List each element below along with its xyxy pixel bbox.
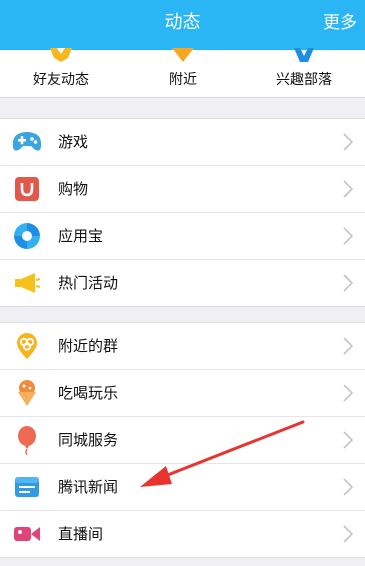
megaphone-icon — [12, 269, 42, 297]
nav-interest-tribe[interactable]: 兴趣部落 — [243, 48, 365, 97]
top-nav: 好友动态 附近 兴趣部落 — [0, 48, 365, 98]
menu-item-label: 附近的群 — [58, 337, 119, 355]
nav-label: 附近 — [169, 72, 197, 88]
menu-item-label: 吃喝玩乐 — [58, 384, 119, 402]
menu-item-food-fun[interactable]: 吃喝玩乐 — [0, 370, 365, 417]
menu-item-label: 游戏 — [58, 133, 89, 151]
menu-item-label: 同城服务 — [58, 431, 119, 449]
balloon-icon — [12, 426, 42, 455]
chevron-right-icon — [343, 431, 353, 449]
menu-item-app-store[interactable]: 应用宝 — [0, 213, 365, 260]
menu-item-label: 直播间 — [58, 525, 104, 543]
page-title: 动态 — [164, 12, 201, 33]
more-button[interactable]: 更多 — [323, 0, 357, 46]
gamepad-icon — [12, 128, 42, 156]
video-camera-icon — [12, 520, 42, 548]
chevron-right-icon — [343, 478, 353, 496]
title-bar: 动态 更多 — [0, 0, 365, 50]
chevron-right-icon — [343, 133, 353, 151]
menu-item-tencent-news[interactable]: 腾讯新闻 — [0, 464, 365, 511]
menu-group-1: 游戏 购物 应用宝 热门活动 — [0, 118, 365, 307]
menu-item-hot-events[interactable]: 热门活动 — [0, 260, 365, 306]
nearby-group-icon — [12, 332, 42, 360]
chevron-right-icon — [343, 337, 353, 355]
menu-item-live-room[interactable]: 直播间 — [0, 511, 365, 557]
menu-item-nearby-groups[interactable]: 附近的群 — [0, 323, 365, 370]
ice-cream-icon — [12, 379, 42, 407]
nav-label: 好友动态 — [33, 72, 89, 88]
news-icon — [12, 473, 42, 501]
chevron-right-icon — [343, 227, 353, 245]
menu-item-local-services[interactable]: 同城服务 — [0, 417, 365, 464]
menu-item-label: 应用宝 — [58, 227, 104, 245]
shopping-bag-icon — [12, 175, 42, 203]
menu-item-label: 热门活动 — [58, 274, 119, 292]
chevron-right-icon — [343, 274, 353, 292]
chevron-right-icon — [343, 180, 353, 198]
menu-item-game[interactable]: 游戏 — [0, 119, 365, 166]
menu-group-2: 附近的群 吃喝玩乐 同城服务 腾讯新闻 直播间 — [0, 322, 365, 558]
nearby-icon — [172, 48, 194, 62]
nav-nearby[interactable]: 附近 — [122, 48, 244, 97]
app-store-icon — [12, 222, 42, 250]
chevron-right-icon — [343, 525, 353, 543]
nav-friend-feed[interactable]: 好友动态 — [0, 48, 122, 97]
menu-item-shopping[interactable]: 购物 — [0, 166, 365, 213]
nav-label: 兴趣部落 — [276, 72, 332, 88]
friend-feed-icon — [50, 48, 72, 62]
interest-tribe-icon — [294, 48, 314, 62]
menu-item-label: 腾讯新闻 — [58, 478, 119, 496]
chevron-right-icon — [343, 384, 353, 402]
menu-item-label: 购物 — [58, 180, 89, 198]
